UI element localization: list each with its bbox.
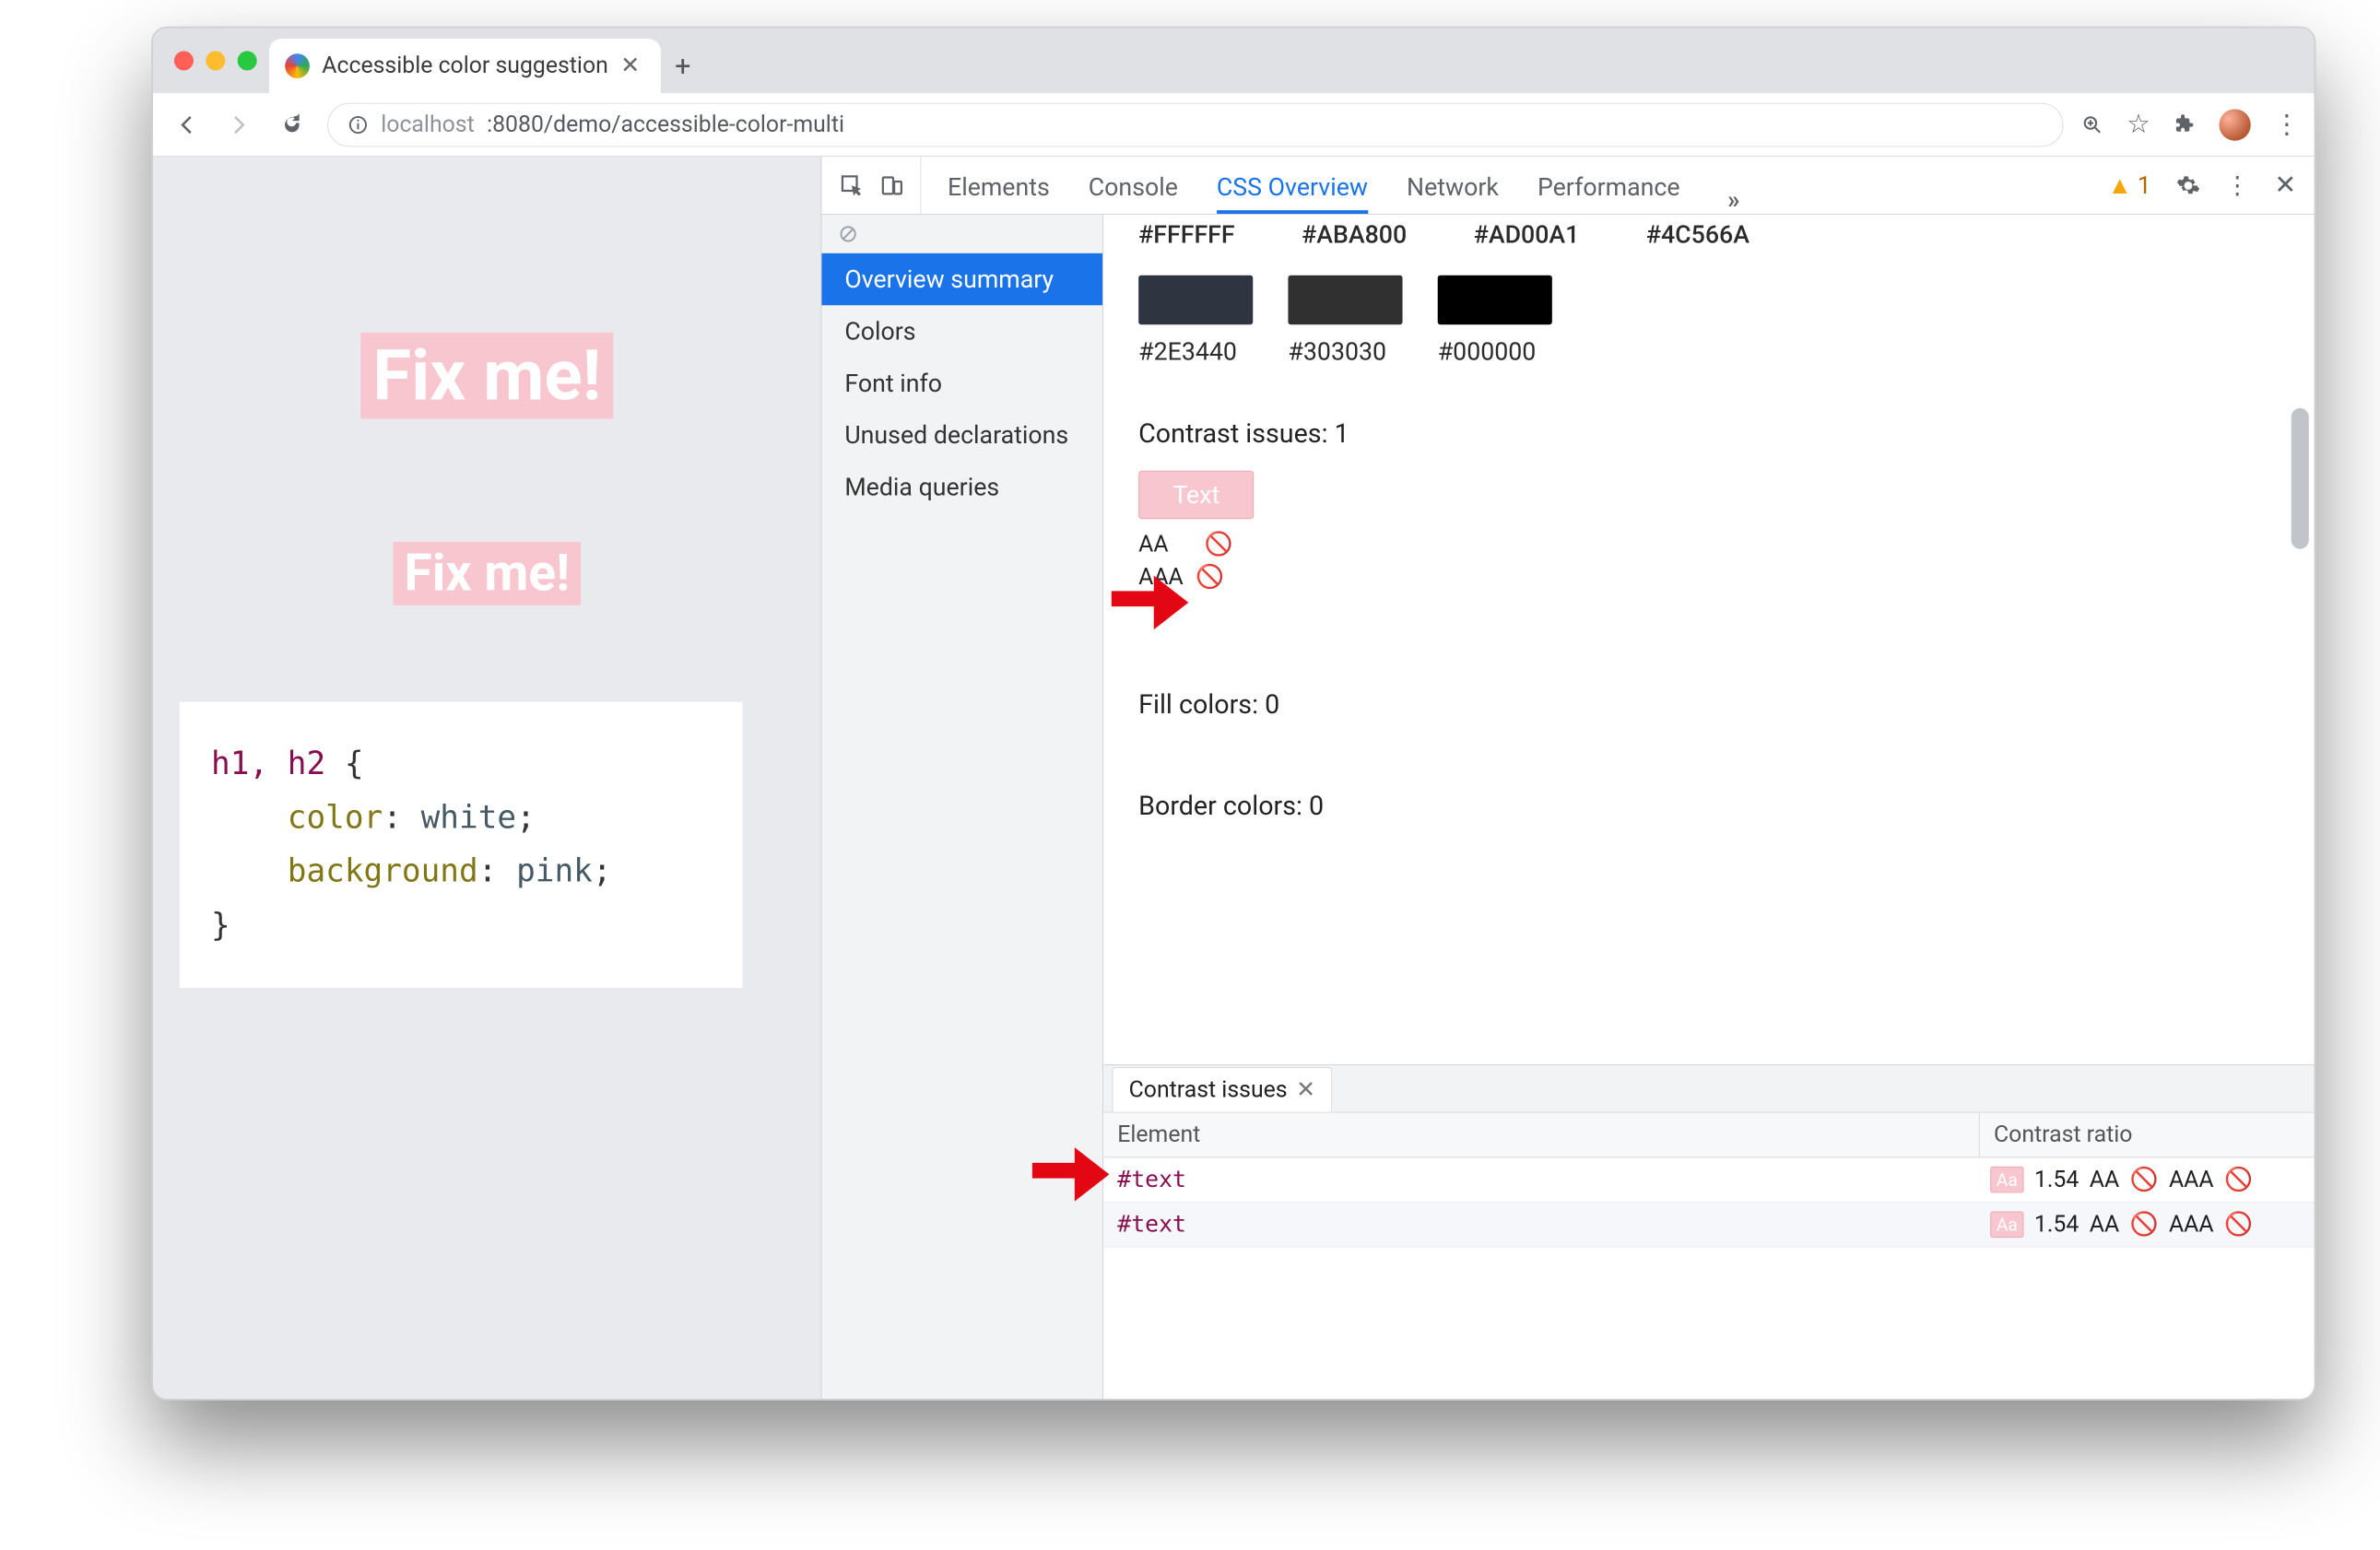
color-hex-label: #FFFFFF bbox=[1138, 220, 1234, 250]
sidebar-item[interactable]: Colors bbox=[822, 305, 1103, 357]
sidebar-clear-icon[interactable] bbox=[822, 215, 1103, 253]
swatch-hex-label: #303030 bbox=[1288, 337, 1402, 367]
sidebar-item[interactable]: Media queries bbox=[822, 461, 1103, 512]
issue-element: #text bbox=[1103, 1157, 1980, 1202]
devtools-more-menu-icon[interactable]: ⋮ bbox=[2225, 170, 2250, 200]
swatch-box bbox=[1138, 276, 1253, 324]
issue-ratio-cell: Aa 1.54 AA 🚫 AAA 🚫 bbox=[1980, 1157, 2315, 1202]
devtools-settings-icon[interactable] bbox=[2175, 173, 2200, 198]
favicon-icon bbox=[285, 53, 310, 78]
contrast-ratio-value: 1.54 bbox=[2034, 1211, 2079, 1238]
inspect-icon[interactable] bbox=[840, 173, 865, 198]
window-minimize-button[interactable] bbox=[206, 51, 225, 70]
nav-forward-button[interactable] bbox=[221, 107, 256, 142]
css-overview-sidebar: Overview summaryColorsFont infoUnused de… bbox=[822, 215, 1103, 1399]
toolbar-right: ☆ ⋮ bbox=[2081, 109, 2299, 140]
devtools-tab-network[interactable]: Network bbox=[1407, 172, 1499, 214]
tab-close-button[interactable]: ✕ bbox=[620, 53, 640, 79]
sidebar-item[interactable]: Overview summary bbox=[822, 253, 1103, 305]
browser-tab[interactable]: Accessible color suggestion ✕ bbox=[269, 39, 661, 93]
issue-row[interactable]: #text Aa 1.54 AA 🚫 AAA 🚫 bbox=[1103, 1203, 2315, 1248]
window-zoom-button[interactable] bbox=[238, 51, 257, 70]
omnibox[interactable]: localhost :8080/demo/accessible-color-mul… bbox=[327, 102, 2064, 147]
border-colors-heading: Border colors: 0 bbox=[1138, 791, 2279, 821]
swatch-box bbox=[1438, 276, 1552, 324]
omnibox-host: localhost bbox=[381, 112, 474, 138]
tab-title: Accessible color suggestion bbox=[322, 53, 608, 79]
devtools-tab-elements[interactable]: Elements bbox=[948, 172, 1050, 214]
device-toggle-icon[interactable] bbox=[880, 173, 905, 198]
devtools-tabs-overflow-icon[interactable]: » bbox=[1727, 184, 1739, 214]
color-hex-label: #4C566A bbox=[1646, 220, 1750, 250]
color-hex-label: #ABA800 bbox=[1302, 220, 1407, 250]
contrast-rating-block: AA 🚫 AAA🚫 bbox=[1138, 530, 2279, 593]
sidebar-item[interactable]: Font info bbox=[822, 358, 1103, 409]
chrome-menu-icon[interactable]: ⋮ bbox=[2274, 109, 2299, 139]
aaa-label: AAA bbox=[2169, 1167, 2214, 1193]
page-viewport: Fix me! Fix me! h1, h2 { color: white; b… bbox=[153, 157, 821, 1399]
fail-icon: 🚫 bbox=[1205, 530, 1233, 561]
swatch-icon: Aa bbox=[1990, 1211, 2023, 1238]
contrast-ratio-value: 1.54 bbox=[2034, 1167, 2079, 1193]
devtools-tab-console[interactable]: Console bbox=[1089, 172, 1178, 214]
css-overview-main: #FFFFFF #ABA800 #AD00A1 #4C566A #2E3440 #303… bbox=[1103, 215, 2315, 1399]
demo-heading-1: Fix me! bbox=[360, 333, 614, 419]
aa-label: AA bbox=[2090, 1211, 2119, 1238]
browser-window: Accessible color suggestion ✕ + localhos… bbox=[151, 27, 2315, 1401]
demo-code-block: h1, h2 { color: white; background: pink;… bbox=[180, 702, 743, 988]
window-close-button[interactable] bbox=[174, 51, 194, 70]
issue-ratio-cell: Aa 1.54 AA 🚫 AAA 🚫 bbox=[1980, 1203, 2315, 1247]
color-swatch[interactable]: #303030 bbox=[1288, 276, 1402, 366]
contrast-issues-heading: Contrast issues: 1 bbox=[1138, 418, 2279, 449]
fail-icon: 🚫 bbox=[2130, 1167, 2159, 1193]
aaa-label: AAA bbox=[2169, 1211, 2214, 1238]
swatch-icon: Aa bbox=[1990, 1167, 2023, 1193]
column-element: Element bbox=[1103, 1113, 1980, 1157]
column-contrast-ratio: Contrast ratio bbox=[1980, 1113, 2315, 1157]
extensions-icon[interactable] bbox=[2174, 113, 2197, 136]
nav-reload-button[interactable] bbox=[275, 107, 310, 142]
nav-back-button[interactable] bbox=[169, 107, 204, 142]
demo-heading-2: Fix me! bbox=[394, 542, 581, 605]
color-swatch[interactable]: #2E3440 bbox=[1138, 276, 1253, 366]
devtools-tabbar: Elements Console CSS Overview Network Pe… bbox=[822, 157, 2315, 215]
new-tab-button[interactable]: + bbox=[661, 39, 705, 93]
fail-icon: 🚫 bbox=[2130, 1211, 2159, 1238]
fail-icon: 🚫 bbox=[1196, 562, 1224, 593]
browser-toolbar: localhost :8080/demo/accessible-color-mul… bbox=[153, 93, 2314, 157]
warning-triangle-icon: ▲ bbox=[2108, 170, 2132, 200]
profile-avatar[interactable] bbox=[2219, 109, 2250, 140]
omnibox-path: :8080/demo/accessible-color-multi bbox=[487, 112, 844, 138]
issue-row[interactable]: #text Aa 1.54 AA 🚫 AAA 🚫 bbox=[1103, 1157, 2315, 1203]
color-swatch[interactable]: #000000 bbox=[1438, 276, 1552, 366]
devtools-warning-badge[interactable]: ▲ 1 bbox=[2108, 170, 2151, 200]
fail-icon: 🚫 bbox=[2224, 1211, 2253, 1238]
issues-table-header: Element Contrast ratio bbox=[1103, 1113, 2315, 1158]
zoom-icon[interactable] bbox=[2081, 113, 2104, 136]
devtools-panel: Elements Console CSS Overview Network Pe… bbox=[822, 157, 2315, 1399]
swatch-hex-label: #000000 bbox=[1438, 337, 1552, 367]
tab-strip: Accessible color suggestion ✕ + bbox=[153, 29, 2314, 94]
window-traffic-lights bbox=[167, 29, 269, 94]
fill-colors-heading: Fill colors: 0 bbox=[1138, 690, 2279, 721]
issue-element: #text bbox=[1103, 1203, 1980, 1247]
bookmark-star-icon[interactable]: ☆ bbox=[2127, 109, 2150, 139]
aa-label: AA bbox=[2090, 1167, 2119, 1193]
devtools-close-button[interactable]: ✕ bbox=[2274, 170, 2296, 200]
sidebar-item[interactable]: Unused declarations bbox=[822, 409, 1103, 461]
devtools-tab-css-overview[interactable]: CSS Overview bbox=[1217, 172, 1368, 214]
scrollbar-thumb[interactable] bbox=[2292, 408, 2309, 549]
contrast-issues-tab[interactable]: Contrast issues ✕ bbox=[1113, 1067, 1333, 1112]
swatch-box bbox=[1288, 276, 1402, 324]
fail-icon: 🚫 bbox=[2224, 1167, 2253, 1193]
swatch-hex-label: #2E3440 bbox=[1138, 337, 1253, 367]
contrast-text-chip[interactable]: Text bbox=[1138, 471, 1254, 520]
color-hex-label: #AD00A1 bbox=[1474, 220, 1580, 250]
contrast-issues-panel: Contrast issues ✕ Element Contrast ratio… bbox=[1103, 1064, 2315, 1399]
devtools-tab-performance[interactable]: Performance bbox=[1538, 172, 1680, 214]
close-icon[interactable]: ✕ bbox=[1296, 1076, 1315, 1103]
site-info-icon bbox=[348, 114, 369, 135]
